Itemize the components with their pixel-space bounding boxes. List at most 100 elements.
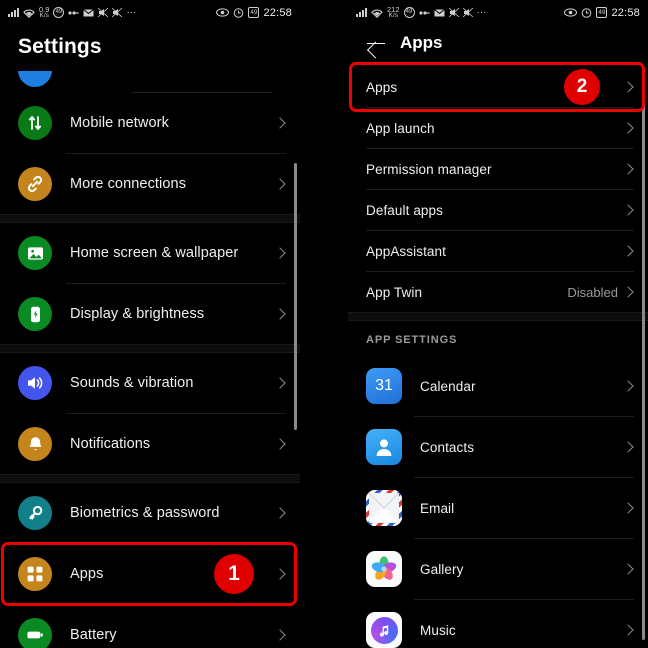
settings-group: Home screen & wallpaper Display & bright… xyxy=(0,223,300,344)
battery-level: 49 xyxy=(250,9,258,16)
app-row-label: Music xyxy=(420,622,456,638)
settings-row-biometrics-password[interactable]: Biometrics & password xyxy=(0,483,300,543)
settings-row-notifications[interactable]: Notifications xyxy=(0,414,300,474)
back-arrow-icon[interactable] xyxy=(366,33,386,53)
settings-row-label: Biometrics & password xyxy=(70,505,220,521)
chevron-right-icon xyxy=(274,629,286,641)
chevron-right-icon xyxy=(274,178,286,190)
apps-menu-label: AppAssistant xyxy=(366,243,446,259)
app-settings-list: 31 Calendar Contacts Email Gallery Music xyxy=(348,356,648,648)
settings-row-label: Sounds & vibration xyxy=(70,375,194,391)
status-bar-right: 212 K/s 49 ··· 49 22:58 xyxy=(348,0,648,25)
scrollbar-left[interactable] xyxy=(294,163,297,430)
settings-screen: 0.9 K/s 49 ··· 49 22:58 Settings Mobile … xyxy=(0,0,300,648)
chevron-right-icon xyxy=(622,624,634,636)
settings-row-label: Home screen & wallpaper xyxy=(70,245,239,261)
chevron-right-icon xyxy=(622,441,634,453)
apps-title: Apps xyxy=(400,33,443,52)
chevron-right-icon xyxy=(622,163,634,175)
battery-indicator: 49 xyxy=(248,7,260,18)
wifi-icon xyxy=(23,8,35,18)
apps-grid-icon xyxy=(18,557,52,591)
music-icon xyxy=(366,612,402,648)
chevron-right-icon xyxy=(274,308,286,320)
chevron-right-icon xyxy=(622,502,634,514)
email-icon xyxy=(366,490,402,526)
apps-menu-label: Default apps xyxy=(366,202,443,218)
chevron-right-icon xyxy=(622,563,634,575)
partial-row-top xyxy=(0,71,300,93)
group-divider xyxy=(0,214,300,223)
bluetooth-icon xyxy=(68,8,80,18)
app-row-gallery[interactable]: Gallery xyxy=(348,539,648,599)
settings-title: Settings xyxy=(18,35,102,58)
apps-menu-row-apps[interactable]: Apps 2 xyxy=(348,67,648,107)
settings-row-label: Display & brightness xyxy=(70,306,205,322)
settings-row-more-connections[interactable]: More connections xyxy=(0,154,300,214)
bell-icon xyxy=(18,427,52,461)
group-divider xyxy=(0,344,300,353)
apps-menu-row-appassistant[interactable]: AppAssistant xyxy=(348,231,648,271)
app-row-contacts[interactable]: Contacts xyxy=(348,417,648,477)
chevron-right-icon xyxy=(274,247,286,259)
apps-menu-label: Permission manager xyxy=(366,161,492,177)
link-icon xyxy=(18,167,52,201)
chevron-right-icon xyxy=(622,81,634,93)
settings-row-display-brightness[interactable]: Display & brightness xyxy=(0,284,300,344)
group-divider xyxy=(0,474,300,483)
settings-row-label: More connections xyxy=(70,176,187,192)
settings-row-sounds-vibration[interactable]: Sounds & vibration xyxy=(0,353,300,413)
chevron-right-icon xyxy=(622,245,634,257)
app-row-calendar[interactable]: 31 Calendar xyxy=(348,356,648,416)
chevron-right-icon xyxy=(622,204,634,216)
app-row-music[interactable]: Music xyxy=(348,600,648,648)
eye-icon xyxy=(564,8,578,17)
mute-icon xyxy=(112,8,123,17)
alarm-icon xyxy=(581,7,592,18)
scrollbar-right[interactable] xyxy=(642,70,645,640)
dual-screenshot-container: 0.9 K/s 49 ··· 49 22:58 Settings Mobile … xyxy=(0,0,648,648)
alarm-icon xyxy=(233,7,244,18)
contacts-icon xyxy=(366,429,402,465)
chevron-right-icon xyxy=(274,507,286,519)
settings-row-battery[interactable]: Battery xyxy=(0,605,300,648)
status-bar-left: 0.9 K/s 49 ··· 49 22:58 xyxy=(0,0,300,25)
app-row-email[interactable]: Email xyxy=(348,478,648,538)
partial-icon xyxy=(18,71,52,87)
apps-menu-row-default-apps[interactable]: Default apps xyxy=(348,190,648,230)
network-speed-indicator: 0.9 K/s xyxy=(39,5,49,20)
apps-menu-label: App launch xyxy=(366,120,435,136)
apps-menu-row-app-launch[interactable]: App launch xyxy=(348,108,648,148)
step-badge-2: 2 xyxy=(564,69,600,105)
settings-row-home-screen-wallpaper[interactable]: Home screen & wallpaper xyxy=(0,223,300,283)
apps-screen: 212 K/s 49 ··· 49 22:58 Apps Apps 2 App … xyxy=(348,0,648,648)
apps-menu-row-app-twin[interactable]: App Twin Disabled xyxy=(348,272,648,312)
group-divider xyxy=(348,312,648,321)
chevron-right-icon xyxy=(622,286,634,298)
more-icon: ··· xyxy=(126,6,137,18)
settings-group: Sounds & vibration Notifications xyxy=(0,353,300,474)
settings-list: Mobile network More connections Home scr… xyxy=(0,93,300,648)
apps-menu-row-permission-manager[interactable]: Permission manager xyxy=(348,149,648,189)
wallpaper-icon xyxy=(18,236,52,270)
app-row-label: Contacts xyxy=(420,439,475,455)
app-row-label: Calendar xyxy=(420,378,476,394)
step-badge-1: 1 xyxy=(214,554,254,594)
chevron-right-icon xyxy=(274,377,286,389)
battery-indicator: 49 xyxy=(596,7,608,18)
chevron-right-icon xyxy=(622,122,634,134)
key-icon xyxy=(18,496,52,530)
chevron-right-icon xyxy=(274,568,286,580)
battery-level: 49 xyxy=(598,9,606,16)
battery-icon xyxy=(18,618,52,648)
settings-group: Biometrics & password Apps 1 Battery Sto… xyxy=(0,483,300,648)
mail-icon xyxy=(433,8,445,17)
settings-row-label: Battery xyxy=(70,627,117,643)
network-speed-unit: K/s xyxy=(39,12,49,19)
mute-icon xyxy=(448,8,459,17)
settings-row-mobile-network[interactable]: Mobile network xyxy=(0,93,300,153)
settings-row-apps[interactable]: Apps 1 xyxy=(0,544,300,604)
bluetooth-icon xyxy=(418,8,430,18)
signal-bars-icon xyxy=(8,8,19,17)
chevron-right-icon xyxy=(274,438,286,450)
